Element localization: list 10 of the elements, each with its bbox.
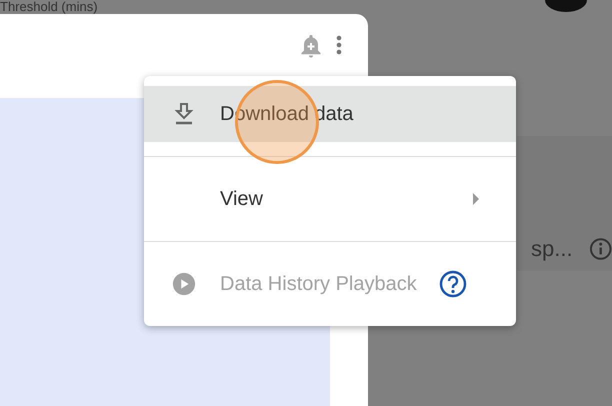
field-label: Threshold (mins) [0,0,98,13]
add-alert-icon[interactable] [300,34,322,58]
download-icon [174,103,194,125]
play-icon [172,271,196,297]
more-icon[interactable] [336,34,342,56]
avatar[interactable] [545,0,587,12]
info-icon[interactable] [588,237,612,261]
caret-icon [472,192,480,206]
card-title: sp... [531,235,573,263]
menu-item[interactable]: View [144,157,516,241]
